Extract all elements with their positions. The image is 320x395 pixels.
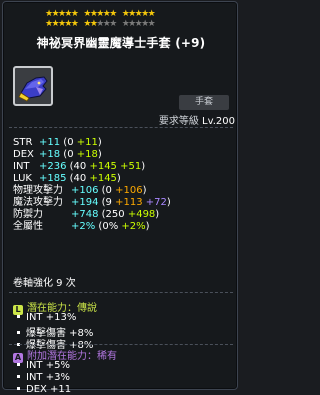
divider: [9, 292, 233, 293]
stat-total: +11: [39, 137, 61, 148]
stat-breakdown: (250: [98, 209, 128, 220]
potential-line-text: INT +13%: [26, 312, 77, 323]
stat-breakdown: (0: [98, 185, 116, 196]
star-icon: ★: [109, 19, 117, 29]
star-icon: ★: [70, 9, 79, 19]
stat-breakdown: ): [155, 209, 160, 220]
scroll-upgrade-count: 卷軸強化 9 次: [13, 278, 76, 289]
stat-total: +194: [71, 197, 99, 208]
item-title: 神祕冥界幽靈魔導士手套 (+9): [36, 36, 206, 50]
stat-breakdown: ): [97, 149, 102, 160]
potential-line-text: INT +5%: [26, 360, 70, 371]
stat-breakdown: ): [145, 221, 150, 232]
stat-breakdown: +106: [115, 185, 143, 196]
stat-breakdown: +72: [145, 197, 167, 208]
stat-name: STR: [13, 137, 33, 148]
star-icon: ★: [147, 19, 156, 29]
bullet-icon: [17, 375, 20, 378]
item-tooltip: ★★★★★ ★★★★★ ★★★★★ ★★★★★ ★★★★★ ★★★★★ 神祕冥界幽靈魔導…: [2, 1, 238, 395]
bullet-icon: [17, 363, 20, 366]
potential-line-text: DEX +11: [26, 384, 72, 395]
stat-name: 全屬性: [13, 221, 43, 232]
stat-total: +185: [39, 173, 67, 184]
potential-line: INT +13%: [17, 312, 76, 323]
stat-row: 防禦力 +748 (250 +498): [13, 209, 159, 221]
stat-breakdown: (40: [66, 161, 90, 172]
potential-line-text: INT +3%: [26, 372, 70, 383]
required-level: 要求等級 Lv.200: [143, 112, 235, 127]
stat-row: 魔法攻擊力 +194 (9 +113 +72): [13, 197, 171, 209]
stat-breakdown: ): [166, 197, 171, 208]
stat-total: +106: [71, 185, 99, 196]
stat-breakdown: ): [116, 173, 121, 184]
stat-breakdown: (0: [60, 149, 77, 160]
stat-breakdown: +18: [76, 149, 98, 160]
item-icon-frame: [13, 66, 53, 106]
stat-breakdown: ): [141, 161, 146, 172]
stat-name: 魔法攻擊力: [13, 197, 63, 208]
stat-name: LUK: [13, 173, 32, 184]
stat-name: 物理攻擊力: [13, 185, 63, 196]
magician-glove-icon: [18, 76, 48, 102]
stat-breakdown: (40: [66, 173, 90, 184]
stat-breakdown: +145: [89, 173, 117, 184]
stat-name: INT: [13, 161, 30, 172]
star-force-row-1: ★★★★★ ★★★★★ ★★★★★: [45, 10, 205, 19]
bullet-icon: [17, 331, 20, 334]
item-type-label: 手套: [179, 95, 229, 110]
stat-breakdown: ): [142, 185, 147, 196]
potential-line: DEX +11: [17, 384, 71, 395]
bullet-icon: [17, 315, 20, 318]
required-level-value: Lv.200: [202, 116, 235, 127]
stat-breakdown: +145: [89, 161, 117, 172]
potential-line: INT +3%: [17, 372, 70, 383]
stat-row: LUK +185 (40 +145): [13, 173, 121, 185]
stat-breakdown: (9: [98, 197, 116, 208]
potential-line: INT +5%: [17, 360, 70, 371]
stat-row: 物理攻擊力 +106 (0 +106): [13, 185, 146, 197]
stat-total: +2%: [71, 221, 96, 232]
stat-total: +18: [39, 149, 61, 160]
stat-row: DEX +18 (0 +18): [13, 149, 102, 161]
stat-breakdown: +51: [120, 161, 142, 172]
stat-total: +236: [39, 161, 67, 172]
divider: [9, 344, 233, 345]
stat-name: 防禦力: [13, 209, 43, 220]
stat-row: INT +236 (40 +145 +51): [13, 161, 145, 173]
stat-breakdown: +11: [76, 137, 98, 148]
required-level-label: 要求等級: [158, 116, 199, 127]
stat-name: DEX: [13, 149, 34, 160]
star-icon: ★: [109, 9, 117, 19]
stat-breakdown: +498: [127, 209, 156, 220]
stat-row: 全屬性 +2% (0% +2%): [13, 221, 150, 233]
stat-row: STR +11 (0 +11): [13, 137, 102, 149]
stat-breakdown: ): [97, 137, 102, 148]
stat-breakdown: (0: [60, 137, 77, 148]
star-icon: ★: [147, 9, 156, 19]
stat-total: +748: [71, 209, 99, 220]
stat-breakdown: (0%: [95, 221, 122, 232]
star-icon: ★: [70, 19, 79, 29]
stat-breakdown: +113: [115, 197, 143, 208]
star-force-row-2: ★★★★★ ★★★★★ ★★★★★: [45, 20, 205, 29]
bullet-icon: [17, 387, 20, 390]
stat-breakdown: +2%: [121, 221, 146, 232]
divider: [9, 127, 233, 128]
